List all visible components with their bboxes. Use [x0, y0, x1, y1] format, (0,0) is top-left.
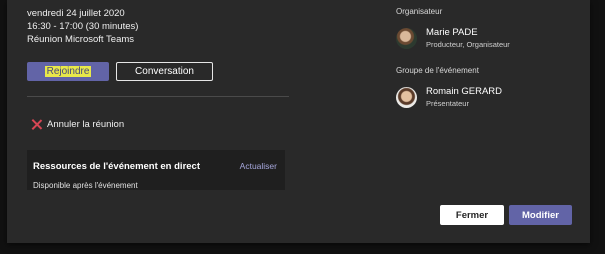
- close-icon: [31, 119, 42, 130]
- cancel-meeting-button[interactable]: Annuler la réunion: [31, 119, 124, 130]
- organizer-person[interactable]: Marie PADE Producteur, Organisateur: [396, 27, 510, 50]
- meeting-date: vendredi 24 juillet 2020: [27, 8, 125, 19]
- cancel-meeting-label: Annuler la réunion: [47, 119, 125, 130]
- presenter-role: Présentateur: [426, 99, 469, 108]
- resources-title: Ressources de l'événement en direct: [33, 161, 200, 172]
- edit-button[interactable]: Modifier: [509, 205, 572, 225]
- avatar: [396, 28, 417, 49]
- conversation-button[interactable]: Conversation: [116, 62, 213, 81]
- conversation-button-label: Conversation: [135, 66, 194, 77]
- organizer-name: Marie PADE: [426, 27, 478, 38]
- join-button[interactable]: Rejoindre: [27, 62, 109, 81]
- organizer-role: Producteur, Organisateur: [426, 40, 510, 49]
- join-button-label: Rejoindre: [44, 66, 92, 77]
- meeting-time: 16:30 - 17:00 (30 minutes): [27, 21, 139, 32]
- event-group-section-label: Groupe de l'événement: [396, 66, 479, 75]
- organizer-section-label: Organisateur: [396, 7, 443, 16]
- resources-availability: Disponible après l'événement: [33, 181, 138, 190]
- refresh-link[interactable]: Actualiser: [240, 161, 277, 171]
- close-button[interactable]: Fermer: [440, 205, 504, 225]
- presenter-name: Romain GERARD: [426, 86, 503, 97]
- presenter-person[interactable]: Romain GERARD Présentateur: [396, 86, 502, 109]
- meeting-details-panel: vendredi 24 juillet 2020 16:30 - 17:00 (…: [7, 0, 590, 243]
- meeting-platform: Réunion Microsoft Teams: [27, 34, 135, 45]
- section-divider: [27, 96, 289, 97]
- live-event-resources-card: Ressources de l'événement en direct Actu…: [27, 150, 285, 190]
- avatar: [396, 87, 417, 108]
